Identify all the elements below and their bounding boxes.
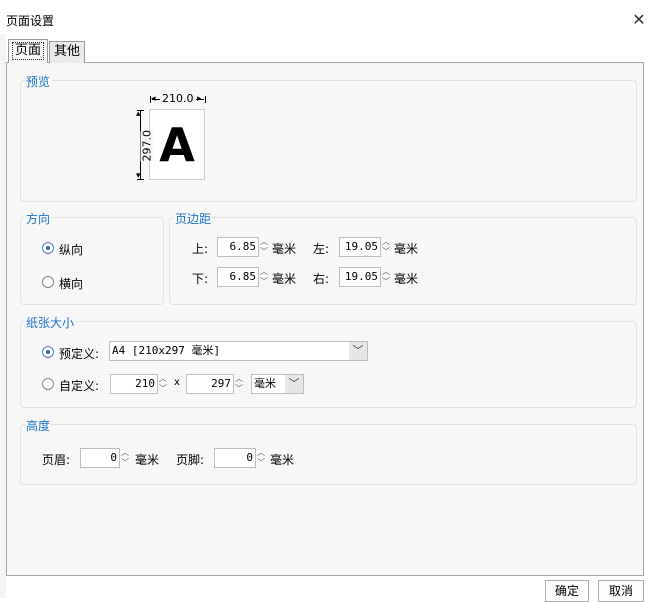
footer-height-spinner[interactable]: ︿ ﹀ bbox=[255, 448, 267, 468]
width-dimension-tick-right bbox=[205, 96, 206, 103]
margins-group-title: 页边距 bbox=[174, 210, 213, 227]
width-dimension-label: 210.0 bbox=[160, 92, 196, 106]
margin-top-label: 上: bbox=[192, 242, 209, 256]
chevron-down-icon[interactable]: ﹀ bbox=[380, 247, 392, 257]
height-group-title: 高度 bbox=[25, 417, 52, 434]
footer-height-unit: 毫米 bbox=[270, 453, 295, 467]
margin-right-label: 右: bbox=[313, 272, 330, 286]
portrait-radio[interactable] bbox=[42, 242, 54, 254]
margin-right-unit: 毫米 bbox=[394, 272, 419, 286]
paper-size-select-value: A4 [210x297 毫米] bbox=[112, 344, 221, 357]
custom-width-input[interactable]: 210 bbox=[110, 374, 158, 394]
margin-bottom-label: 下: bbox=[192, 272, 209, 286]
margin-left-input[interactable]: 19.05 bbox=[339, 237, 381, 257]
orientation-group bbox=[20, 217, 164, 305]
predefined-label: 预定义: bbox=[59, 347, 100, 361]
chevron-up-icon[interactable]: ︿ bbox=[258, 237, 270, 247]
header-height-spinner[interactable]: ︿ ﹀ bbox=[119, 448, 131, 468]
height-dimension-label: 297.0 bbox=[140, 130, 154, 162]
paper-size-select[interactable]: A4 [210x297 毫米] bbox=[109, 341, 368, 361]
custom-width-spinner[interactable]: ︿ ﹀ bbox=[157, 374, 169, 394]
portrait-label: 纵向 bbox=[59, 243, 84, 257]
dialog-title: 页面设置 bbox=[6, 14, 55, 28]
paper-size-group bbox=[20, 321, 637, 408]
chevron-down-icon[interactable]: ﹀ bbox=[233, 384, 245, 394]
margin-bottom-spinner[interactable]: ︿ ﹀ bbox=[258, 267, 270, 287]
landscape-label: 横向 bbox=[59, 277, 84, 291]
chevron-up-icon[interactable]: ︿ bbox=[255, 448, 267, 458]
preview-group bbox=[20, 80, 637, 202]
tab-other-label: 其他 bbox=[53, 44, 80, 59]
preview-group-title: 预览 bbox=[25, 73, 52, 90]
close-icon: ✕ bbox=[632, 10, 646, 29]
width-arrow-right-icon: ▸ bbox=[197, 94, 202, 104]
margin-bottom-unit: 毫米 bbox=[272, 272, 297, 286]
margins-group bbox=[169, 217, 637, 305]
chevron-down-icon[interactable]: ﹀ bbox=[285, 375, 303, 393]
margin-bottom-input[interactable]: 6.85 bbox=[217, 267, 259, 287]
preview-letter: A bbox=[159, 118, 195, 172]
header-height-input[interactable]: 0 bbox=[80, 448, 120, 468]
margin-top-spinner[interactable]: ︿ ﹀ bbox=[258, 237, 270, 257]
margin-left-spinner[interactable]: ︿ ﹀ bbox=[380, 237, 392, 257]
orientation-group-title: 方向 bbox=[25, 210, 52, 227]
chevron-down-icon[interactable]: ﹀ bbox=[119, 458, 131, 468]
chevron-down-icon[interactable]: ﹀ bbox=[258, 247, 270, 257]
margin-right-spinner[interactable]: ︿ ﹀ bbox=[380, 267, 392, 287]
landscape-radio[interactable] bbox=[42, 276, 54, 288]
chevron-up-icon[interactable]: ︿ bbox=[233, 374, 245, 384]
tab-other[interactable]: 其他 bbox=[49, 41, 85, 63]
footer-label: 页脚: bbox=[176, 453, 205, 467]
tab-page[interactable]: 页面 bbox=[8, 39, 48, 63]
margin-right-input[interactable]: 19.05 bbox=[339, 267, 381, 287]
height-arrow-down-icon: ▾ bbox=[136, 171, 141, 181]
chevron-down-icon[interactable]: ﹀ bbox=[349, 342, 367, 360]
chevron-down-icon[interactable]: ﹀ bbox=[157, 384, 169, 394]
paper-size-group-title: 纸张大小 bbox=[25, 314, 76, 331]
chevron-up-icon[interactable]: ︿ bbox=[258, 267, 270, 277]
ok-button[interactable]: 确定 bbox=[545, 580, 589, 602]
margin-left-unit: 毫米 bbox=[394, 242, 419, 256]
chevron-up-icon[interactable]: ︿ bbox=[380, 267, 392, 277]
dialog-title-bar bbox=[0, 0, 650, 34]
predefined-radio[interactable] bbox=[42, 346, 54, 358]
chevron-down-icon[interactable]: ﹀ bbox=[258, 277, 270, 287]
width-arrow-left-icon: ◂ bbox=[151, 94, 156, 104]
tab-page-label: 页面 bbox=[11, 42, 44, 60]
custom-unit-select-value: 毫米 bbox=[254, 377, 276, 390]
chevron-up-icon[interactable]: ︿ bbox=[119, 448, 131, 458]
height-arrow-up-icon: ▴ bbox=[136, 109, 141, 119]
chevron-up-icon[interactable]: ︿ bbox=[380, 237, 392, 247]
close-button[interactable]: ✕ bbox=[630, 10, 648, 30]
header-label: 页眉: bbox=[42, 453, 71, 467]
margin-left-label: 左: bbox=[313, 242, 330, 256]
custom-height-input[interactable]: 297 bbox=[186, 374, 234, 394]
footer-height-input[interactable]: 0 bbox=[214, 448, 256, 468]
chevron-up-icon[interactable]: ︿ bbox=[157, 374, 169, 384]
chevron-down-icon[interactable]: ﹀ bbox=[255, 458, 267, 468]
cancel-button[interactable]: 取消 bbox=[598, 580, 644, 602]
chevron-down-icon[interactable]: ﹀ bbox=[380, 277, 392, 287]
custom-label: 自定义: bbox=[59, 379, 100, 393]
header-height-unit: 毫米 bbox=[135, 453, 160, 467]
custom-height-spinner[interactable]: ︿ ﹀ bbox=[233, 374, 245, 394]
margin-top-unit: 毫米 bbox=[272, 242, 297, 256]
times-sign: x bbox=[174, 377, 180, 388]
margin-top-input[interactable]: 6.85 bbox=[217, 237, 259, 257]
custom-radio[interactable] bbox=[42, 378, 54, 390]
